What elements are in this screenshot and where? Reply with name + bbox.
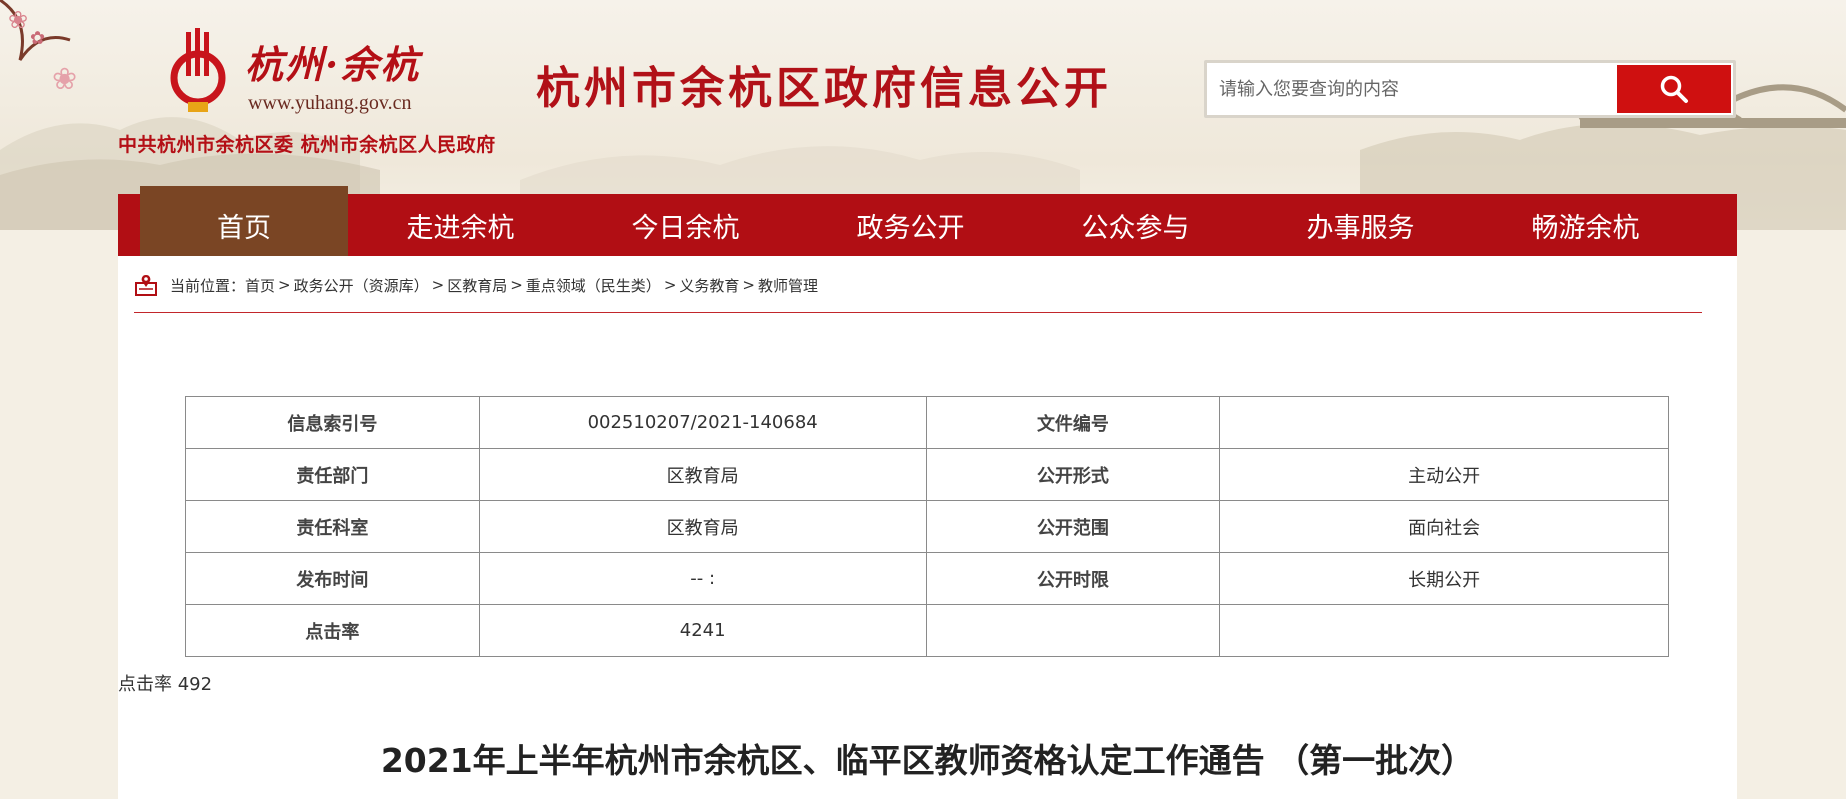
meta-label: 发布时间 — [185, 552, 480, 605]
breadcrumb-gov-affairs[interactable]: 政务公开（资源库） — [294, 275, 429, 296]
search-input[interactable] — [1219, 71, 1609, 107]
article-title: 2021年上半年杭州市余杭区、临平区教师资格认定工作通告 （第一批次） — [380, 741, 1475, 780]
location-icon — [135, 275, 157, 296]
meta-value: 4241 — [478, 604, 927, 657]
breadcrumb-divider — [134, 312, 1702, 313]
meta-label: 公开范围 — [925, 500, 1221, 553]
nav-item-services[interactable]: 办事服务 — [1248, 194, 1473, 256]
content-panel: 当前位置： 首页 > 政务公开（资源库） > 区教育局 > 重点领域（民生类） … — [118, 256, 1737, 799]
breadcrumb-key-areas[interactable]: 重点领域（民生类） — [526, 275, 661, 296]
logo-text: 杭州·余杭 — [245, 42, 421, 87]
click-count: 点击率 492 — [118, 674, 213, 695]
meta-value: 区教育局 — [478, 448, 927, 501]
nav-item-home[interactable]: 首页 — [140, 186, 348, 256]
meta-label: 责任部门 — [185, 448, 480, 501]
meta-value: 002510207/2021-140684 — [478, 396, 927, 449]
site-title: 杭州市余杭区政府信息公开 — [536, 63, 1112, 114]
breadcrumb-teacher-management[interactable]: 教师管理 — [758, 275, 818, 296]
blossom-icon: ❀ — [8, 6, 29, 34]
meta-label: 信息索引号 — [185, 396, 480, 449]
meta-label: 责任科室 — [185, 500, 480, 553]
logo-emblem-icon — [170, 28, 226, 112]
breadcrumb-separator: > — [663, 276, 677, 294]
meta-value: 面向社会 — [1219, 500, 1669, 553]
breadcrumb-separator: > — [510, 276, 523, 294]
main-nav: 首页 走进余杭 今日余杭 政务公开 公众参与 办事服务 畅游余杭 — [118, 186, 1737, 256]
meta-value: 长期公开 — [1219, 552, 1669, 605]
table-row: 责任部门 区教育局 公开形式 主动公开 — [185, 448, 1669, 501]
site-logo[interactable]: 杭州·余杭 www.yuhang.gov.cn — [160, 26, 490, 116]
breadcrumb-home[interactable]: 首页 — [245, 275, 275, 296]
blossom-icon: ❀ — [52, 62, 78, 97]
meta-label: 点击率 — [185, 604, 480, 657]
nav-item-today[interactable]: 今日余杭 — [573, 194, 798, 256]
search-icon — [1660, 75, 1688, 103]
meta-label: 公开形式 — [925, 448, 1221, 501]
nav-item-about[interactable]: 走进余杭 — [348, 194, 573, 256]
search-button[interactable] — [1617, 65, 1731, 113]
search-box — [1204, 60, 1736, 118]
meta-value: 主动公开 — [1219, 448, 1669, 501]
meta-value: 区教育局 — [478, 500, 927, 553]
table-row: 点击率 4241 — [185, 604, 1669, 657]
breadcrumb-compulsory-education[interactable]: 义务教育 — [679, 275, 739, 296]
meta-value: -- : — [478, 552, 927, 605]
breadcrumb-separator: > — [431, 276, 445, 294]
table-row: 责任科室 区教育局 公开范围 面向社会 — [185, 500, 1669, 553]
blossom-icon: ✿ — [30, 28, 46, 49]
sub-organizations: 中共杭州市余杭区委 杭州市余杭区人民政府 — [118, 134, 496, 156]
logo-url: www.yuhang.gov.cn — [248, 92, 412, 114]
table-row: 发布时间 -- : 公开时限 长期公开 — [185, 552, 1669, 605]
nav-item-tourism[interactable]: 畅游余杭 — [1473, 194, 1698, 256]
meta-label — [925, 604, 1221, 657]
breadcrumb-separator: > — [742, 276, 755, 294]
breadcrumb-prefix: 当前位置： — [170, 276, 246, 295]
nav-item-participation[interactable]: 公众参与 — [1023, 194, 1248, 256]
breadcrumb-separator: > — [278, 276, 291, 294]
meta-label: 文件编号 — [925, 396, 1221, 449]
table-row: 信息索引号 002510207/2021-140684 文件编号 — [185, 396, 1669, 449]
meta-label: 公开时限 — [925, 552, 1221, 605]
nav-item-gov-affairs[interactable]: 政务公开 — [798, 194, 1023, 256]
breadcrumb: 当前位置： 首页 > 政务公开（资源库） > 区教育局 > 重点领域（民生类） … — [134, 270, 818, 300]
breadcrumb-education-bureau[interactable]: 区教育局 — [447, 275, 507, 296]
meta-value — [1219, 604, 1669, 657]
meta-value — [1219, 396, 1669, 449]
info-meta-table: 信息索引号 002510207/2021-140684 文件编号 责任部门 区教… — [185, 396, 1669, 657]
